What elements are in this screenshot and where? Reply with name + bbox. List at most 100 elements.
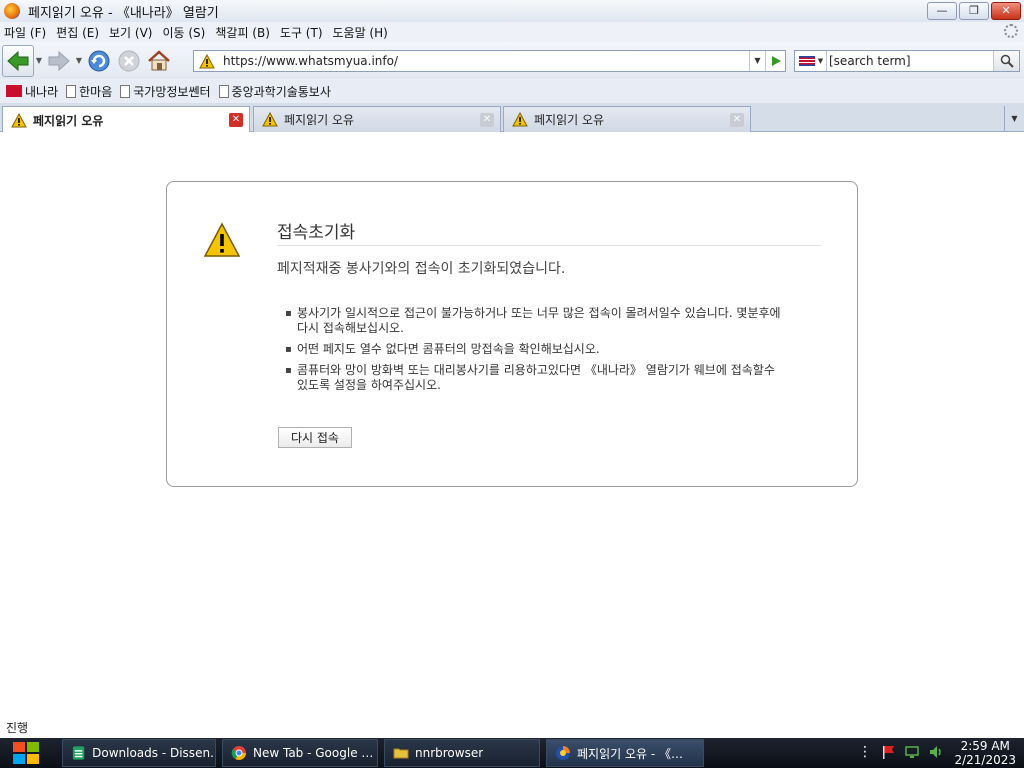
- forward-button[interactable]: [44, 46, 74, 76]
- activity-throbber-icon: [1004, 24, 1018, 38]
- tab-2[interactable]: 페지읽기 오유 ✕: [253, 106, 501, 132]
- task-label: 페지읽기 오유 - 《…: [577, 746, 684, 761]
- window-titlebar: 페지읽기 오유 - 《내나라》 열람기 — ❐ ✕: [0, 0, 1024, 22]
- page-icon: [66, 84, 77, 98]
- chrome-icon: [231, 746, 246, 760]
- sheets-icon: [72, 746, 85, 760]
- volume-icon[interactable]: [928, 744, 944, 760]
- suggestion-item: 콤퓨터와 망이 방화벽 또는 대리봉사기를 리용하고있다면 《내나라》 열람기가…: [285, 363, 785, 393]
- window-title: 페지읽기 오유 - 《내나라》 열람기: [28, 5, 219, 21]
- reload-button[interactable]: [84, 46, 114, 76]
- back-button[interactable]: [2, 44, 34, 77]
- network-icon[interactable]: [904, 744, 920, 760]
- error-title: 접속초기화: [277, 218, 821, 246]
- clock-time: 2:59 AM: [960, 739, 1010, 753]
- taskbar-item-chrome[interactable]: New Tab - Google …: [222, 739, 378, 767]
- navigation-toolbar: ▼ ▼ ▼: [0, 42, 1024, 79]
- taskbar-item-folder[interactable]: nnrbrowser: [384, 739, 540, 767]
- search-button[interactable]: [993, 51, 1019, 71]
- taskbar-item-browser[interactable]: 페지읽기 오유 - 《…: [546, 739, 704, 767]
- url-input[interactable]: [223, 54, 743, 68]
- back-history-dropdown[interactable]: ▼: [34, 56, 44, 65]
- tray-overflow-icon[interactable]: ⋮: [858, 744, 872, 760]
- status-text: 진행: [6, 721, 29, 735]
- task-label: New Tab - Google …: [253, 746, 374, 760]
- error-subtitle: 페지적재중 봉사기와의 접속이 초기화되였습니다.: [277, 261, 566, 277]
- suggestion-item: 어떤 페지도 열수 없다면 콤퓨터의 망접속을 확인해보십시오.: [285, 342, 785, 357]
- home-icon: [148, 49, 170, 70]
- error-suggestions: 봉사기가 일시적으로 접근이 불가능하거나 또는 너무 많은 접속이 몰려서일수…: [285, 306, 785, 399]
- search-engine-selector[interactable]: ▼: [795, 51, 827, 71]
- menu-bookmarks[interactable]: 책갈피 (B): [215, 24, 270, 41]
- warning-icon: [512, 112, 528, 127]
- bookmark-network-center[interactable]: 국가망정보쎈터: [120, 83, 211, 100]
- back-arrow-icon: [7, 50, 29, 71]
- suggestion-item: 봉사기가 일시적으로 접근이 불가능하거나 또는 너무 많은 접속이 몰려서일수…: [285, 306, 785, 336]
- large-warning-icon: [203, 222, 241, 257]
- window-controls: — ❐ ✕: [927, 2, 1021, 20]
- tab-label: 페지읽기 오유: [534, 113, 605, 127]
- go-arrow-icon: [771, 56, 781, 66]
- naenara-logo-icon: [6, 85, 22, 97]
- bookmark-naenara[interactable]: 내나라: [6, 83, 58, 100]
- menu-tools[interactable]: 도구 (T): [280, 24, 323, 41]
- start-button[interactable]: [8, 738, 44, 768]
- stop-icon: [118, 50, 140, 71]
- bookmark-label: 중앙과학기술통보사: [231, 84, 331, 99]
- restore-button[interactable]: ❐: [959, 2, 989, 20]
- security-warning-icon: [199, 53, 215, 68]
- chevron-down-icon: ▼: [817, 57, 824, 65]
- taskbar-item-downloads[interactable]: Downloads - Dissen…: [62, 739, 216, 767]
- menu-edit[interactable]: 편집 (E): [56, 24, 99, 41]
- bookmark-science-news[interactable]: 중앙과학기술통보사: [218, 83, 331, 100]
- page-content: 접속초기화 페지적재중 봉사기와의 접속이 초기화되였습니다. 봉사기가 일시적…: [0, 132, 1024, 716]
- go-button[interactable]: [765, 51, 785, 71]
- menu-bar: 파일 (F) 편집 (E) 보기 (V) 이동 (S) 책갈피 (B) 도구 (…: [0, 22, 1024, 42]
- reload-icon: [88, 50, 110, 71]
- os-taskbar: Downloads - Dissen… New Tab - Google … n…: [0, 738, 1024, 768]
- tab-close-button[interactable]: ✕: [480, 113, 494, 127]
- search-engine-icon: [798, 56, 815, 66]
- menu-help[interactable]: 도움말 (H): [333, 24, 388, 41]
- close-window-button[interactable]: ✕: [991, 2, 1021, 20]
- menu-view[interactable]: 보기 (V): [109, 24, 152, 41]
- browser-logo-icon: [4, 3, 20, 19]
- search-input[interactable]: [829, 54, 989, 68]
- error-panel: 접속초기화 페지적재중 봉사기와의 접속이 초기화되였습니다. 봉사기가 일시적…: [166, 181, 858, 487]
- windows-logo-icon: [13, 742, 39, 764]
- page-icon: [218, 84, 229, 98]
- magnifier-icon: [1000, 54, 1014, 68]
- browser-icon: [556, 746, 570, 760]
- bookmark-label: 내나라: [25, 84, 59, 99]
- forward-history-dropdown[interactable]: ▼: [74, 56, 84, 65]
- url-history-dropdown[interactable]: ▼: [749, 51, 765, 71]
- clock-date: 2/21/2023: [954, 753, 1016, 767]
- home-button[interactable]: [144, 46, 174, 76]
- stop-button[interactable]: [114, 46, 144, 76]
- action-center-flag-icon[interactable]: [880, 744, 896, 760]
- system-tray: ⋮: [858, 744, 944, 760]
- forward-arrow-icon: [48, 50, 70, 71]
- task-label: nnrbrowser: [415, 746, 484, 760]
- warning-icon: [262, 112, 278, 127]
- task-label: Downloads - Dissen…: [92, 746, 215, 760]
- page-icon: [120, 84, 131, 98]
- bookmark-label: 한마음: [79, 84, 113, 99]
- tab-3[interactable]: 페지읽기 오유 ✕: [503, 106, 751, 132]
- tab-close-button[interactable]: ✕: [229, 113, 243, 127]
- menu-file[interactable]: 파일 (F): [4, 24, 46, 41]
- taskbar-clock[interactable]: 2:59 AM 2/21/2023: [954, 739, 1016, 767]
- minimize-button[interactable]: —: [927, 2, 957, 20]
- tab-label: 페지읽기 오유: [284, 113, 355, 127]
- bookmarks-toolbar: 내나라 한마음 국가망정보쎈터 중앙과학기술통보사: [0, 79, 1024, 103]
- tab-strip: 페지읽기 오유 ✕ 페지읽기 오유 ✕ 페지읽기 오유 ✕ ▼: [0, 103, 1024, 133]
- tab-list-button[interactable]: ▼: [1004, 106, 1024, 132]
- retry-button[interactable]: 다시 접속: [278, 427, 352, 448]
- tab-1[interactable]: 페지읽기 오유 ✕: [2, 106, 250, 133]
- search-bar: ▼: [794, 50, 1020, 72]
- menu-go[interactable]: 이동 (S): [162, 24, 205, 41]
- tab-close-button[interactable]: ✕: [730, 113, 744, 127]
- address-bar: ▼: [193, 50, 786, 72]
- bookmark-hanmaeum[interactable]: 한마음: [66, 83, 112, 100]
- warning-icon: [11, 112, 27, 127]
